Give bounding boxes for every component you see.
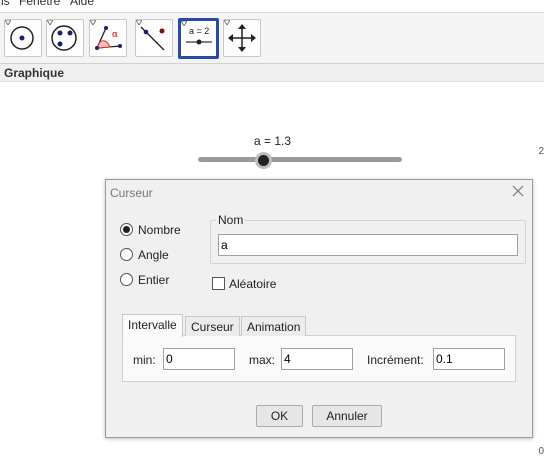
toolbar: α a = 2: [0, 12, 544, 64]
slider-track[interactable]: [198, 157, 402, 162]
menu-bar: ls Fenêtre Aide: [0, 0, 544, 8]
menu-item-fenetre[interactable]: Fenêtre: [19, 0, 60, 8]
graphics-view-title: Graphique: [4, 66, 65, 80]
axis-tick-label: 0: [538, 446, 544, 457]
menu-item-aide[interactable]: Aide: [70, 0, 94, 8]
dropdown-triangle-icon: [5, 20, 11, 25]
increment-input[interactable]: [433, 348, 505, 370]
ok-button[interactable]: OK: [256, 405, 303, 427]
close-icon[interactable]: [510, 183, 526, 199]
min-label: min:: [133, 353, 156, 367]
tool-slider[interactable]: a = 2: [178, 18, 219, 59]
name-input[interactable]: [218, 234, 518, 256]
tab-animation[interactable]: Animation: [241, 316, 307, 336]
dropdown-triangle-icon: [47, 20, 53, 25]
dropdown-triangle-icon: [181, 21, 187, 26]
slider-tool-icon: a = 2: [186, 26, 212, 45]
graphics-view-header: Graphique: [0, 64, 544, 82]
point-on-circle-icon: [10, 26, 34, 50]
dropdown-triangle-icon: [224, 20, 230, 25]
alpha-glyph: α: [112, 30, 118, 40]
angle-icon: α: [95, 26, 122, 50]
menu-item[interactable]: ls: [1, 0, 10, 8]
dialog-title: Curseur: [110, 186, 153, 200]
radio-button[interactable]: [120, 273, 133, 286]
random-checkbox-label: Aléatoire: [229, 277, 277, 291]
move-graphics-view-icon: [228, 24, 256, 52]
radio-label: Angle: [138, 248, 169, 262]
max-label: max:: [249, 353, 276, 367]
min-input[interactable]: [163, 348, 235, 370]
random-checkbox[interactable]: [212, 277, 225, 290]
tab-intervalle[interactable]: Intervalle: [122, 314, 183, 337]
tool-point-on-object[interactable]: [4, 19, 42, 57]
tool-line[interactable]: [135, 19, 173, 57]
radio-label: Entier: [138, 273, 170, 287]
tab-curseur[interactable]: Curseur: [185, 316, 240, 336]
tool-angle[interactable]: α: [89, 19, 127, 57]
max-input[interactable]: [281, 348, 353, 370]
circle-through-points-icon: [51, 25, 77, 51]
slider-knob[interactable]: [255, 152, 272, 169]
radio-button[interactable]: [120, 248, 133, 261]
interval-tab-panel: min: max: Incrément:: [122, 335, 516, 382]
radio-label: Nombre: [138, 223, 181, 237]
slider-tool-glyph: a = 2: [189, 26, 209, 36]
name-group-label: Nom: [216, 213, 246, 227]
increment-label: Incrément:: [367, 353, 424, 367]
cancel-button[interactable]: Annuler: [312, 405, 382, 427]
line-through-point-icon: [140, 26, 165, 51]
radio-button-selected[interactable]: [120, 223, 133, 236]
slider-value-label: a = 1.3: [254, 134, 292, 148]
slider-dialog: Curseur Nombre Angle Entier Nom Aléatoir…: [105, 179, 533, 438]
tool-move-graphics[interactable]: [223, 19, 261, 57]
dropdown-triangle-icon: [136, 20, 142, 25]
axis-tick-label: 2: [538, 146, 544, 157]
dropdown-triangle-icon: [90, 20, 96, 25]
tool-circle-through-points[interactable]: [46, 19, 84, 57]
